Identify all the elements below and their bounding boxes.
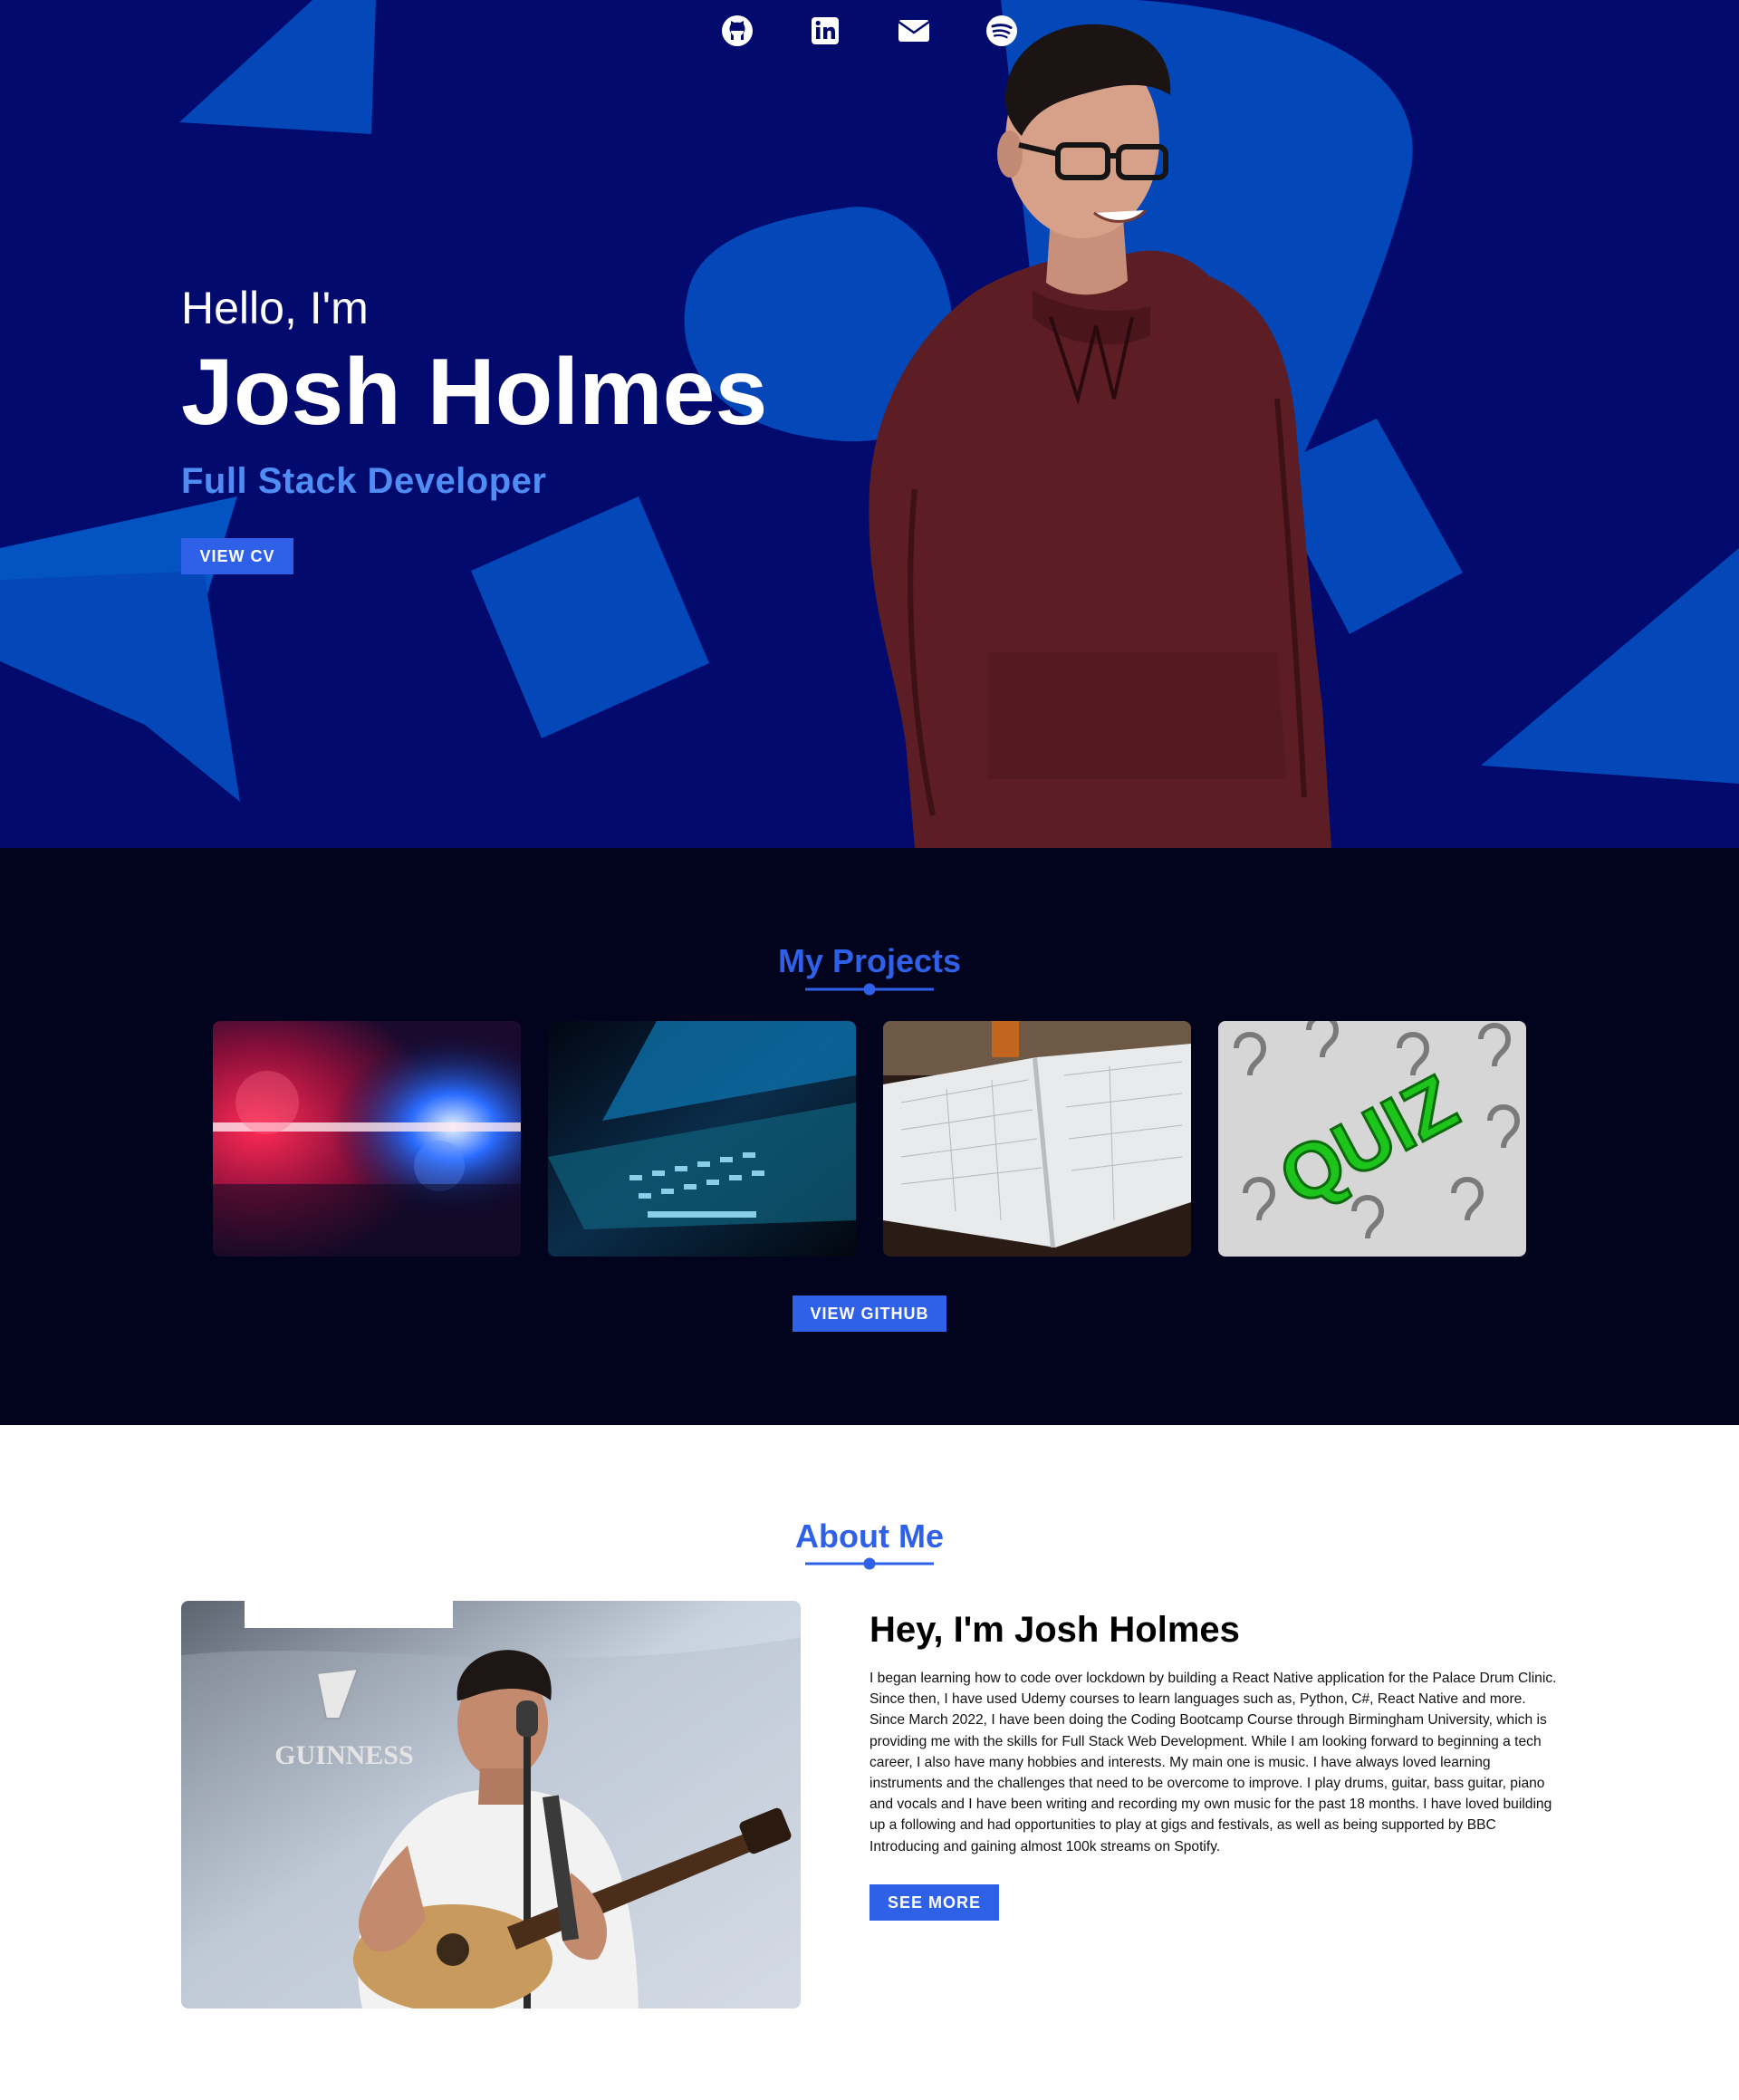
about-heading: Hey, I'm Josh Holmes — [870, 1610, 1240, 1650]
projects-grid: QUIZ — [213, 1021, 1526, 1257]
project-card-police-lights[interactable] — [213, 1021, 521, 1257]
hero-role: Full Stack Developer — [181, 461, 547, 501]
hero-name: Josh Holmes — [181, 340, 768, 445]
projects-title-underline — [805, 983, 934, 996]
about-title: About Me — [795, 1517, 944, 1555]
project-card-planner[interactable] — [883, 1021, 1191, 1257]
police-lights-thumbnail — [213, 1021, 521, 1257]
guitar-performance-photo: GUINNESS — [181, 1601, 801, 2008]
linkedin-icon[interactable] — [807, 13, 843, 49]
see-more-button[interactable]: SEE MORE — [870, 1883, 999, 1921]
laptop-keyboard-thumbnail — [548, 1021, 856, 1257]
about-title-underline — [805, 1557, 934, 1570]
guinness-sign-text: GUINNESS — [274, 1740, 413, 1770]
hero-greeting: Hello, I'm — [181, 283, 369, 333]
about-photo: GUINNESS — [181, 1601, 801, 2008]
about-section: About Me GUINNESS Hey, I'm Josh Holmes I… — [0, 1425, 1739, 2100]
project-card-laptop[interactable] — [548, 1021, 856, 1257]
view-github-button[interactable]: VIEW GITHUB — [793, 1296, 946, 1332]
project-card-quiz[interactable]: QUIZ — [1218, 1021, 1526, 1257]
hero-portrait-photo — [869, 24, 1331, 848]
view-cv-button[interactable]: VIEW CV — [181, 538, 293, 574]
quiz-thumbnail: QUIZ — [1218, 1021, 1526, 1257]
projects-title: My Projects — [777, 942, 962, 979]
hero-intro: Hello, I'm Josh Holmes Full Stack Develo… — [181, 281, 767, 574]
github-icon[interactable] — [719, 13, 755, 49]
about-content: Hey, I'm Josh Holmes I began learning ho… — [870, 1606, 1558, 1921]
hero-section: Hello, I'm Josh Holmes Full Stack Develo… — [0, 0, 1739, 848]
about-paragraph: I began learning how to code over lockdo… — [870, 1671, 1557, 1854]
planner-notebook-thumbnail — [883, 1021, 1191, 1257]
projects-section: My Projects QUIZ VIEW GITHUB — [0, 848, 1739, 1425]
